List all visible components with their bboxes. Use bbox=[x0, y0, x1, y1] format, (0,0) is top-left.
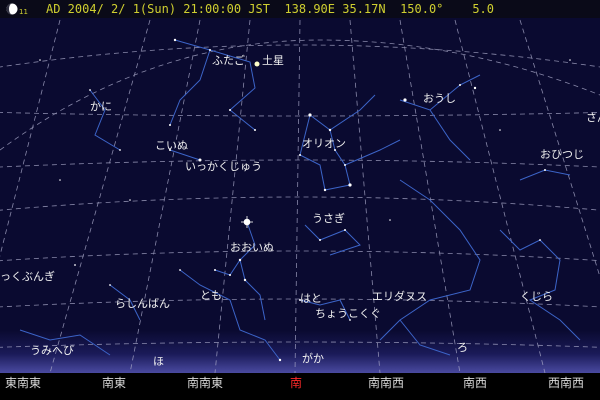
label-umihebi[interactable]: うみへび bbox=[30, 344, 74, 357]
direction-ssw[interactable]: 南南西 bbox=[368, 375, 404, 391]
label-ro[interactable]: ろ bbox=[457, 341, 468, 354]
label-rashinban[interactable]: らしんばん bbox=[115, 297, 170, 310]
star bbox=[173, 38, 177, 42]
label-orion[interactable]: オリオン bbox=[302, 137, 346, 150]
label-kubungi[interactable]: っくぶんぎ bbox=[0, 270, 55, 283]
label-oushi[interactable]: おうし bbox=[423, 92, 456, 105]
star bbox=[348, 183, 352, 187]
label-choukokugu[interactable]: ちょうこくぐ bbox=[315, 307, 381, 320]
label-gaga[interactable]: がか bbox=[302, 352, 324, 365]
star bbox=[319, 239, 321, 241]
direction-wsw[interactable]: 西南西 bbox=[548, 375, 584, 391]
star bbox=[544, 169, 546, 171]
label-kujira[interactable]: くじら bbox=[520, 290, 553, 303]
direction-sse[interactable]: 南南東 bbox=[187, 375, 223, 391]
star bbox=[473, 86, 477, 90]
svg-text:11: 11 bbox=[19, 8, 28, 16]
status-date: AD 2004/ 2/ 1(Sun) bbox=[46, 2, 177, 16]
status-azimuth: 150.0° bbox=[400, 2, 444, 16]
status-longitude: 138.90E bbox=[284, 2, 336, 16]
status-time: 21:00:00 JST bbox=[183, 2, 270, 16]
label-saturn[interactable]: 土星 bbox=[262, 54, 284, 67]
star bbox=[299, 154, 301, 156]
star bbox=[119, 149, 121, 151]
star bbox=[344, 229, 346, 231]
label-san[interactable]: さん bbox=[586, 111, 600, 124]
star-chart[interactable]: 11 AD 2004/ 2/ 1(Sun) 21:00:00 JST 138.9… bbox=[0, 0, 600, 400]
star bbox=[59, 179, 61, 181]
saturn[interactable] bbox=[254, 61, 260, 67]
star bbox=[254, 129, 256, 131]
star bbox=[214, 269, 216, 271]
star bbox=[209, 49, 211, 51]
label-ooinu[interactable]: おおいぬ bbox=[230, 241, 274, 254]
label-kani[interactable]: かに bbox=[90, 100, 112, 113]
label-ohitsuji[interactable]: おひつじ bbox=[540, 148, 584, 161]
horizon-glow bbox=[0, 330, 600, 373]
star bbox=[459, 84, 461, 86]
direction-ese[interactable]: 東南東 bbox=[5, 375, 41, 391]
star bbox=[109, 284, 111, 286]
direction-sw[interactable]: 南西 bbox=[463, 375, 487, 391]
label-ikkakujuu[interactable]: いっかくじゅう bbox=[185, 160, 262, 173]
star bbox=[89, 89, 91, 91]
direction-se[interactable]: 南東 bbox=[102, 375, 126, 391]
star bbox=[39, 59, 41, 61]
star bbox=[169, 124, 171, 126]
star bbox=[539, 239, 541, 241]
label-hato[interactable]: はと bbox=[300, 292, 322, 305]
star bbox=[74, 264, 76, 266]
star bbox=[278, 358, 282, 362]
status-bar: 11 AD 2004/ 2/ 1(Sun) 21:00:00 JST 138.9… bbox=[0, 0, 600, 18]
label-futago[interactable]: ふたご bbox=[212, 54, 245, 67]
star bbox=[323, 188, 327, 192]
status-text: AD 2004/ 2/ 1(Sun) 21:00:00 JST 138.90E … bbox=[46, 1, 494, 17]
star bbox=[569, 59, 571, 61]
label-koinu[interactable]: こいぬ bbox=[155, 139, 188, 152]
status-latitude: 35.17N bbox=[342, 2, 386, 16]
star bbox=[179, 269, 181, 271]
star bbox=[238, 258, 242, 262]
label-eridanus[interactable]: エリダヌス bbox=[372, 290, 427, 303]
star bbox=[308, 113, 312, 117]
star bbox=[129, 199, 131, 201]
status-magnitude: 5.0 bbox=[472, 2, 495, 16]
direction-s[interactable]: 南 bbox=[290, 375, 302, 391]
star bbox=[499, 129, 501, 131]
star bbox=[389, 219, 391, 221]
label-tomo[interactable]: とも bbox=[200, 289, 222, 302]
moon-phase-icon: 11 bbox=[6, 3, 28, 16]
star bbox=[229, 109, 231, 111]
label-usagi[interactable]: うさぎ bbox=[312, 212, 345, 225]
label-ho[interactable]: ほ bbox=[153, 355, 164, 368]
star bbox=[403, 98, 407, 102]
sky-map[interactable] bbox=[0, 0, 600, 400]
star bbox=[344, 164, 346, 166]
star bbox=[328, 128, 332, 132]
star bbox=[229, 274, 231, 276]
star bbox=[243, 278, 247, 282]
